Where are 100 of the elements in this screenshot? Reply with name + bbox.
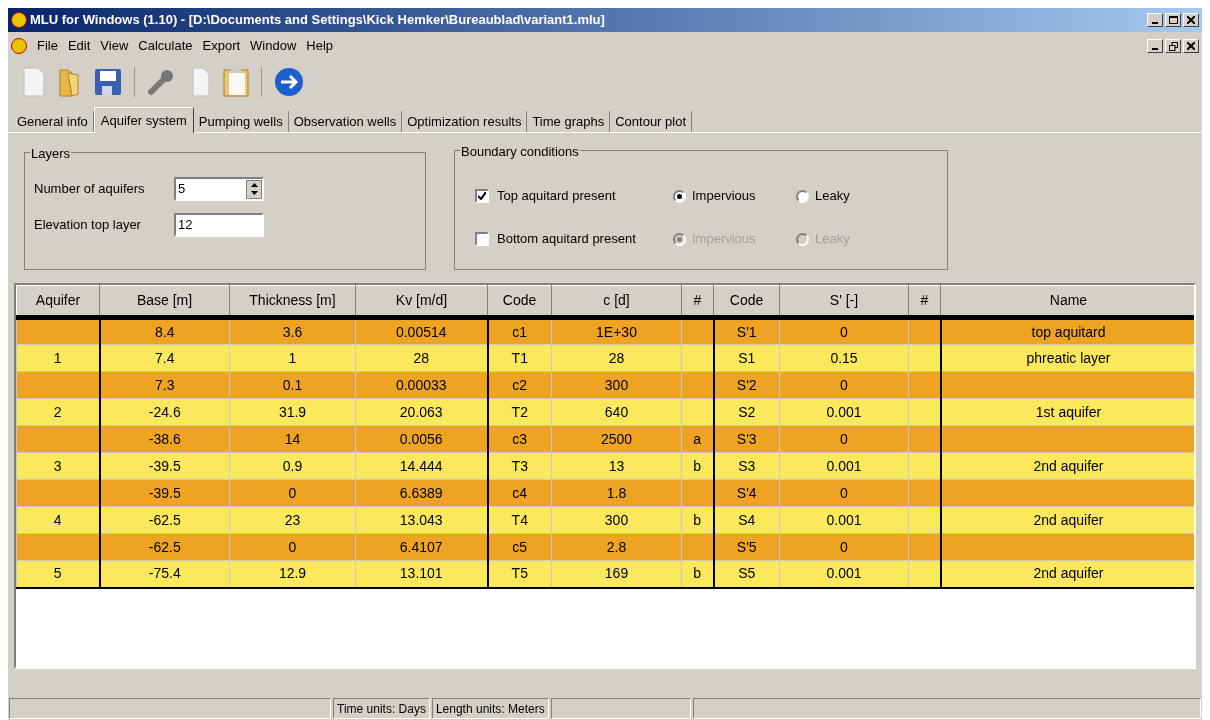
table-cell: 0.001 (779, 560, 909, 588)
table-cell: b (681, 560, 714, 588)
close-icon[interactable] (1187, 42, 1195, 50)
table-cell: 300 (551, 506, 682, 534)
table-cell: 0.1 (229, 371, 356, 399)
clipboard-icon[interactable] (223, 67, 249, 97)
table-cell: T2 (487, 398, 552, 426)
table-cell: 0.001 (779, 452, 909, 480)
number-spinner[interactable]: 5 (174, 177, 264, 201)
table-cell: -62.5 (99, 533, 230, 561)
close-button[interactable] (1183, 13, 1199, 27)
table-cell: T3 (487, 452, 552, 480)
table-cell: c4 (487, 479, 552, 507)
table-cell: 8.4 (99, 317, 230, 345)
table-cell: 2.8 (551, 533, 682, 561)
table-cell: 28 (551, 344, 682, 372)
table-cell: 1.8 (551, 479, 682, 507)
status-text: Time units: Days (333, 698, 430, 719)
wrench-icon[interactable] (147, 68, 175, 96)
table-cell: S'2 (713, 371, 780, 399)
column-header[interactable]: Thickness [m] (229, 285, 356, 318)
menu-item[interactable]: Help (302, 36, 338, 56)
table-cell: 169 (551, 560, 682, 588)
field-label: Elevation top layer (34, 216, 142, 235)
table-cell: 3.6 (229, 317, 356, 345)
table-cell: 13.101 (355, 560, 488, 588)
table-cell: 13 (551, 452, 682, 480)
table-cell: 0 (229, 479, 356, 507)
table-cell: S5 (713, 560, 780, 588)
table-cell: 0 (779, 425, 909, 453)
document-logo-icon (11, 38, 27, 54)
table-cell: -38.6 (99, 425, 230, 453)
column-header[interactable]: S' [-] (779, 285, 909, 318)
table-cell: -62.5 (99, 506, 230, 534)
checkbox[interactable] (475, 189, 489, 203)
save-icon[interactable] (94, 68, 122, 96)
table-cell: S2 (713, 398, 780, 426)
menu-item[interactable]: Edit (63, 36, 95, 56)
table-cell: T1 (487, 344, 552, 372)
table-cell: c5 (487, 533, 552, 561)
menu-item[interactable]: View (96, 36, 133, 56)
table-cell (908, 560, 941, 588)
table-cell: 300 (551, 371, 682, 399)
close-button[interactable] (1183, 39, 1199, 53)
column-header[interactable]: c [d] (551, 285, 682, 318)
table-cell: -24.6 (99, 398, 230, 426)
window-title: MLU for Windows (1.10) - [D:\Documents and Settings\Kick Hemker\Bureaublad\variant1.mlu] (30, 11, 605, 30)
column-header[interactable]: # (908, 285, 941, 318)
column-header[interactable]: Kv [m/d] (355, 285, 488, 318)
arrow-right-icon[interactable] (274, 67, 304, 97)
input-field[interactable]: 12 (174, 213, 264, 237)
table-cell: 0 (779, 371, 909, 399)
table-cell: 7.4 (99, 344, 230, 372)
table-cell: S'5 (713, 533, 780, 561)
checkbox-label: Top aquitard present (497, 187, 617, 206)
menu-item[interactable]: Export (198, 36, 245, 56)
table-cell: S3 (713, 452, 780, 480)
column-header[interactable]: Base [m] (99, 285, 230, 318)
table-cell: 0.9 (229, 452, 356, 480)
radio-label: Leaky (815, 187, 850, 206)
table-cell: T5 (487, 560, 552, 588)
column-header[interactable]: # (681, 285, 714, 318)
minimize-button[interactable] (1147, 39, 1163, 53)
radio-button[interactable] (673, 189, 686, 203)
maximize-button[interactable] (1165, 13, 1181, 27)
table-cell: T4 (487, 506, 552, 534)
menu-item[interactable]: Window (246, 36, 301, 56)
table-cell: 14 (229, 425, 356, 453)
table-cell: 0.001 (779, 398, 909, 426)
table-cell: -39.5 (99, 479, 230, 507)
minimize-button[interactable] (1147, 13, 1163, 27)
column-header[interactable]: Code (487, 285, 552, 318)
column-header[interactable]: Name (940, 285, 1194, 318)
column-header[interactable]: Aquifer (16, 285, 100, 318)
table-cell: 5 (16, 560, 100, 588)
table-cell: 0 (779, 317, 909, 345)
table-cell: 0.15 (779, 344, 909, 372)
table-cell: c3 (487, 425, 552, 453)
table-cell: 7.3 (99, 371, 230, 399)
table-cell: -39.5 (99, 452, 230, 480)
table-cell: 640 (551, 398, 682, 426)
menu-item[interactable]: File (33, 36, 62, 56)
tab[interactable]: Aquifer system (93, 107, 194, 133)
column-header[interactable]: Code (713, 285, 780, 318)
table-cell: 0.001 (779, 506, 909, 534)
table-cell: 1E+30 (551, 317, 682, 345)
app-logo-icon (11, 12, 27, 28)
table-cell: 12.9 (229, 560, 356, 588)
radio-label: Impervious (692, 187, 757, 206)
spin-arrows-icon[interactable] (246, 179, 262, 199)
field-label: Number of aquifers (34, 180, 146, 199)
menu-item[interactable]: Calculate (134, 36, 197, 56)
table-cell: S'1 (713, 317, 780, 345)
close-icon[interactable] (1187, 16, 1195, 24)
table-cell: c1 (487, 317, 552, 345)
table-cell: 23 (229, 506, 356, 534)
radio-button[interactable] (796, 189, 809, 203)
table-cell: S4 (713, 506, 780, 534)
table-cell: 0 (779, 479, 909, 507)
status-text: Length units: Meters (431, 698, 549, 719)
